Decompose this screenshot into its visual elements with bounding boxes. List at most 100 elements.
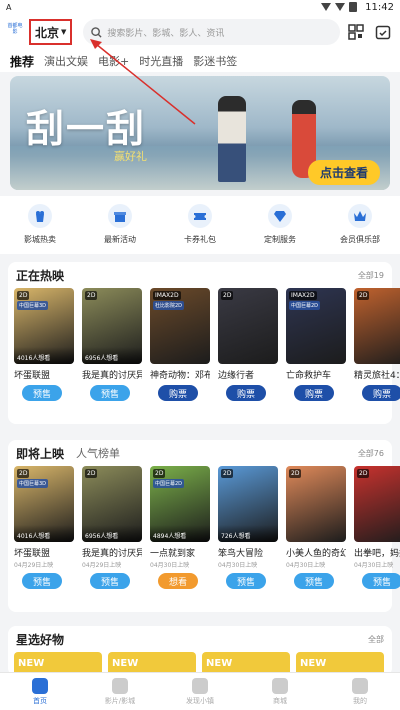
movie-card[interactable]: IMAX2D 中国巨幕2D 亡命救护车 购票 <box>286 288 346 401</box>
tab-me[interactable]: 我的 <box>330 677 390 706</box>
gift-icon <box>108 204 132 228</box>
want-to-see-count: 6956人想看 <box>82 347 142 364</box>
movie-poster[interactable]: 2D <box>286 466 346 542</box>
tab-discover[interactable]: 发现小镇 <box>170 677 230 706</box>
format-badge: 2D <box>357 469 370 478</box>
movie-poster[interactable]: 2D 6956人想看 <box>82 466 142 542</box>
status-bar: A 11:42 <box>0 0 400 14</box>
tab-movie-plus[interactable]: 电影+ <box>98 53 129 69</box>
presale-button[interactable]: 预售 <box>90 573 130 589</box>
tab-label: 我的 <box>353 696 367 705</box>
movie-poster[interactable]: 2D <box>354 288 400 364</box>
banner-cta-button[interactable]: 点击查看 <box>307 160 380 185</box>
movie-card[interactable]: 2D 小美人鱼的奇幻冒险 04月30日上映预售 <box>286 466 346 589</box>
presale-button[interactable]: 预售 <box>226 573 266 589</box>
clock: 11:42 <box>365 1 394 13</box>
ticket-icon <box>188 204 212 228</box>
movie-card[interactable]: 2D 6956人想看我是真的讨厌异地恋预售 <box>82 288 142 401</box>
home-icon <box>32 677 48 694</box>
new-tag: NEW <box>300 658 327 669</box>
service-label: 卡券礼包 <box>184 235 216 244</box>
movie-card[interactable]: 2D 726人想看 笨鸟大冒险 04月30日上映 预售 <box>218 466 278 589</box>
city-selector[interactable]: 北京 ▼ <box>29 19 73 45</box>
tab-shows[interactable]: 演出文娱 <box>44 53 88 69</box>
presale-button[interactable]: 预售 <box>22 573 62 589</box>
movie-card[interactable]: IMAX2D杜比影院2D 神奇动物：邓布利多之谜购票 <box>150 288 210 401</box>
movie-poster[interactable]: IMAX2D 中国巨幕2D <box>286 288 346 364</box>
service-shortcuts: 影城热卖 最新活动 卡券礼包 定制服务 会员俱乐部 <box>0 196 400 254</box>
buy-ticket-button[interactable]: 购票 <box>226 385 266 401</box>
section-title: 正在热映 <box>16 268 65 283</box>
tab-label: 首页 <box>33 696 47 705</box>
movie-list: 2D 中国巨幕3D 4016人想看 坏蛋联盟 04月29日上映 预售 2D 6956人想看 我是… <box>8 466 400 589</box>
qr-code-icon <box>348 24 364 40</box>
presale-button[interactable]: 预售 <box>294 573 334 589</box>
promo-banner[interactable]: 刮一刮 赢好礼 点击查看 <box>10 76 390 190</box>
service-item[interactable]: 定制服务 <box>250 204 310 245</box>
tab-bookmarks[interactable]: 影迷书签 <box>193 53 237 69</box>
eye-icon <box>192 677 208 694</box>
buy-ticket-button[interactable]: 购票 <box>362 385 400 401</box>
want-to-see-button[interactable]: 想看 <box>158 573 198 589</box>
calendar-button[interactable] <box>372 21 394 43</box>
want-to-see-count: 726人想看 <box>218 525 278 542</box>
crown-icon <box>348 204 372 228</box>
format-badge: 2D <box>17 469 30 478</box>
service-item[interactable]: 最新活动 <box>90 204 150 245</box>
movie-card[interactable]: 2D 6956人想看我是真的讨厌异地恋 04月29日上映预售 <box>82 466 142 589</box>
buy-ticket-button[interactable]: 购票 <box>158 385 198 401</box>
new-tag: NEW <box>206 658 233 669</box>
format-badge: IMAX2D <box>153 291 181 300</box>
presale-button[interactable]: 预售 <box>362 573 400 589</box>
tab-live[interactable]: 时光直播 <box>139 53 183 69</box>
buy-ticket-button[interactable]: 购票 <box>294 385 334 401</box>
bottom-tab-bar: 首页 影片/影城 发现小镇 商城 我的 <box>0 672 400 710</box>
format-badge-secondary: 杜比影院2D <box>153 301 185 310</box>
qr-scan-button[interactable] <box>345 21 367 43</box>
new-tag: NEW <box>112 658 139 669</box>
movie-card[interactable]: 2D 精灵旅社4：变身大冒险购票 <box>354 288 400 401</box>
now-showing-section: 正在热映 全部19 2D 中国巨幕3D 4016人想看 坏蛋联盟 预售 2D 6956人想看… <box>8 262 400 424</box>
section-title[interactable]: 即将上映 <box>16 445 64 462</box>
search-input[interactable]: 搜索影片、影城、影人、资讯 <box>83 19 340 45</box>
format-badge: 2D <box>153 469 166 478</box>
tab-movies-cinemas[interactable]: 影片/影城 <box>90 677 150 706</box>
movie-title: 我是真的讨厌异地恋 <box>82 371 142 381</box>
popcorn-icon <box>28 204 52 228</box>
movie-title: 精灵旅社4：变身大冒险 <box>354 371 400 381</box>
movie-card[interactable]: 2D 中国巨幕2D 4894人想看 一点就到家 04月30日上映 想看 <box>150 466 210 589</box>
banner-figure-man <box>218 96 246 182</box>
format-badge-secondary: 中国巨幕3D <box>17 301 49 310</box>
user-icon <box>352 677 368 694</box>
tab-recommend[interactable]: 推荐 <box>10 53 34 70</box>
movie-title: 坏蛋联盟 <box>14 371 51 381</box>
see-all-link[interactable]: 全部 <box>368 634 384 645</box>
movie-card[interactable]: 2D 边缘行者 购票 <box>218 288 278 401</box>
movie-poster[interactable]: 2D 中国巨幕2D 4894人想看 <box>150 466 210 542</box>
movie-poster[interactable]: 2D 6956人想看 <box>82 288 142 364</box>
movie-poster[interactable]: 2D 726人想看 <box>218 466 278 542</box>
movie-card[interactable]: 2D 中国巨幕3D 4016人想看坏蛋联盟预售 <box>14 288 74 401</box>
presale-button[interactable]: 预售 <box>22 385 62 401</box>
format-badge: 2D <box>221 469 234 478</box>
movie-poster[interactable]: 2D <box>218 288 278 364</box>
see-all-link[interactable]: 全部19 <box>358 270 384 281</box>
service-item[interactable]: 卡券礼包 <box>170 204 230 245</box>
movie-card[interactable]: 2D 出拳吧，妈妈 04月30日上映预售 <box>354 466 400 589</box>
shopping-bag-icon <box>272 677 288 694</box>
movie-poster[interactable]: 2D 中国巨幕3D 4016人想看 <box>14 288 74 364</box>
service-item[interactable]: 影城热卖 <box>10 204 70 245</box>
service-item[interactable]: 会员俱乐部 <box>330 204 390 245</box>
app-logo: 首都电影 <box>7 23 23 35</box>
tab-popular-list[interactable]: 人气榜单 <box>76 445 120 461</box>
release-date: 04月30日上映 <box>218 562 258 569</box>
see-all-link[interactable]: 全部76 <box>358 448 384 459</box>
tab-mall[interactable]: 商城 <box>250 677 310 706</box>
caret-down-icon: ▼ <box>61 28 67 36</box>
movie-poster[interactable]: 2D 中国巨幕3D 4016人想看 <box>14 466 74 542</box>
movie-poster[interactable]: 2D <box>354 466 400 542</box>
movie-card[interactable]: 2D 中国巨幕3D 4016人想看 坏蛋联盟 04月29日上映 预售 <box>14 466 74 589</box>
tab-home[interactable]: 首页 <box>10 677 70 706</box>
presale-button[interactable]: 预售 <box>90 385 130 401</box>
movie-poster[interactable]: IMAX2D 杜比影院2D <box>150 288 210 364</box>
